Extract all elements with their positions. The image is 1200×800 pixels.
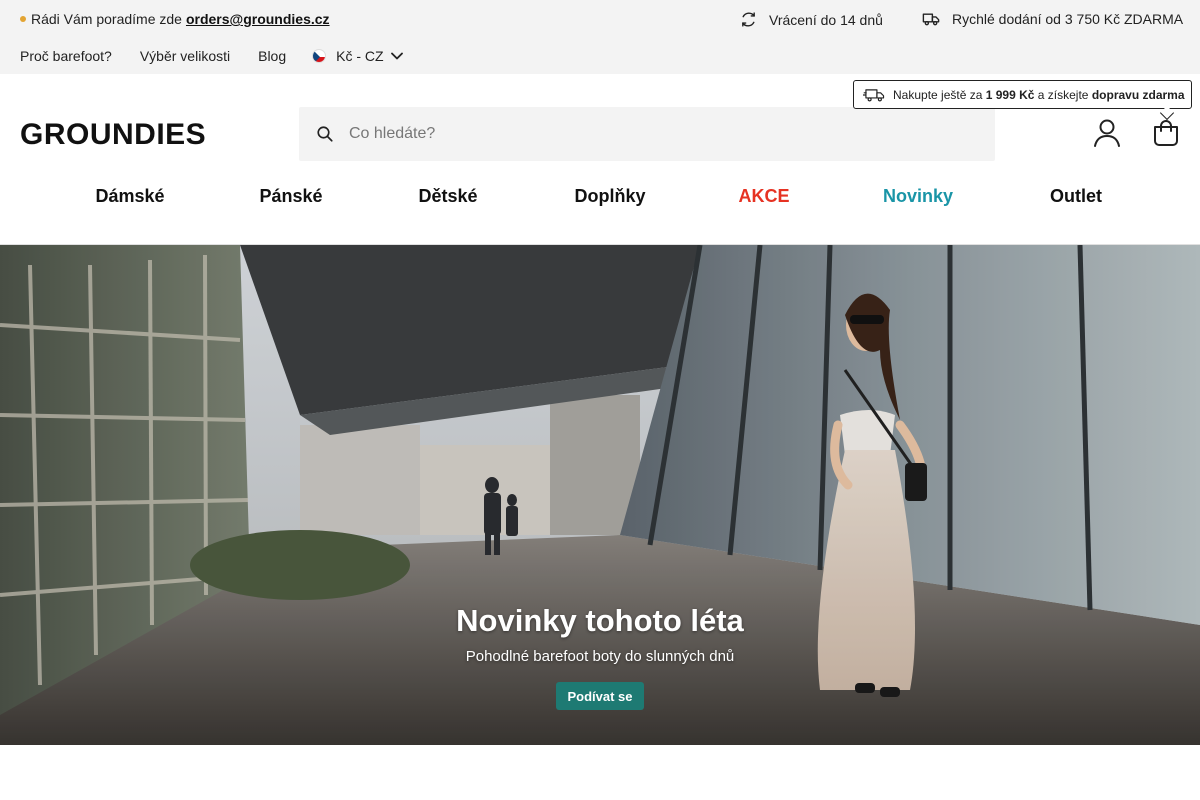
- top-bar: Rádi Vám poradíme zde orders@groundies.c…: [0, 0, 1200, 74]
- search-input[interactable]: [349, 125, 949, 143]
- contact-info: Rádi Vám poradíme zde orders@groundies.c…: [20, 11, 330, 27]
- nav-accessories[interactable]: Doplňky: [574, 186, 645, 207]
- user-icon[interactable]: [1092, 118, 1122, 148]
- nav-outlet[interactable]: Outlet: [1050, 186, 1102, 207]
- hero-title: Novinky tohoto léta: [456, 603, 744, 638]
- hero-cta-button[interactable]: Podívat se: [556, 682, 644, 710]
- hero-subtitle: Pohodlné barefoot boty do slunných dnů: [465, 648, 735, 665]
- refresh-icon: [742, 12, 755, 27]
- nav-men[interactable]: Pánské: [259, 186, 322, 207]
- free-shipping-promo: Nakupte ještě za 1 999 Kč a získejte dop…: [853, 80, 1192, 121]
- info-line: Rádi Vám poradíme zde orders@groundies.c…: [0, 0, 1200, 40]
- returns-info: Vrácení do 14 dnů: [740, 11, 883, 28]
- promo-amount: 1 999 Kč: [985, 87, 1035, 102]
- nav-women[interactable]: Dámské: [95, 186, 164, 207]
- promo-prefix: Nakupte ještě za: [893, 87, 983, 102]
- promo-middle: a získejte: [1037, 87, 1089, 102]
- nav-sale[interactable]: AKCE: [738, 186, 789, 207]
- link-size-guide[interactable]: Výběr velikosti: [140, 48, 230, 64]
- link-blog[interactable]: Blog: [258, 48, 286, 64]
- site-logo[interactable]: GROUNDIES: [20, 118, 206, 152]
- promo-highlight: dopravu zdarma: [1091, 87, 1185, 102]
- truck-icon: [863, 88, 885, 101]
- returns-text: Vrácení do 14 dnů: [769, 11, 883, 28]
- czech-flag-icon: [312, 49, 327, 63]
- hero-image: [0, 245, 1200, 745]
- main-nav: Dámské Pánské Dětské Doplňky AKCE Novink…: [0, 186, 1200, 226]
- secondary-nav: Proč barefoot? Výběr velikosti Blog Kč -…: [20, 48, 403, 64]
- contact-text: Rádi Vám poradíme zde: [31, 11, 182, 27]
- shopping-bag-icon[interactable]: [1151, 118, 1181, 148]
- link-why-barefoot[interactable]: Proč barefoot?: [20, 48, 112, 64]
- nav-new[interactable]: Novinky: [883, 186, 953, 207]
- truck-icon: [922, 13, 940, 26]
- status-dot-icon: [20, 16, 26, 22]
- search-bar[interactable]: [299, 107, 995, 161]
- search-icon[interactable]: [316, 125, 334, 143]
- nav-kids[interactable]: Dětské: [418, 186, 477, 207]
- hero-banner: Novinky tohoto léta Pohodlné barefoot bo…: [0, 245, 1200, 745]
- chevron-down-icon: [390, 52, 403, 60]
- delivery-info: Rychlé dodání od 3 750 Kč ZDARMA: [922, 11, 1183, 27]
- currency-selector[interactable]: Kč - CZ: [312, 48, 403, 64]
- currency-label: Kč - CZ: [336, 48, 384, 64]
- contact-email-link[interactable]: orders@groundies.cz: [186, 11, 330, 27]
- delivery-text: Rychlé dodání od 3 750 Kč ZDARMA: [952, 11, 1184, 27]
